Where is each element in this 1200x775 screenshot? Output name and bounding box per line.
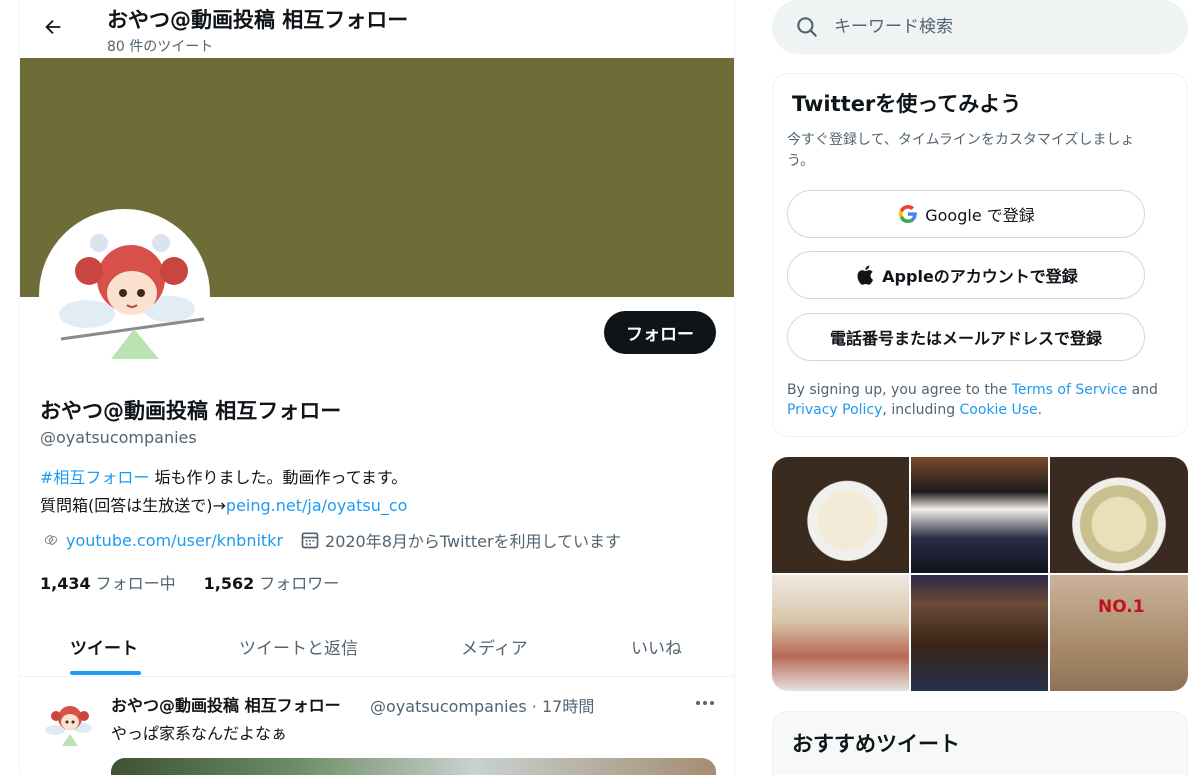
profile-column: おやつ@動画投稿 相互フォロー 80 件のツイート フォロー おやつ@動画投稿 …: [19, 0, 735, 775]
more-options-button[interactable]: [690, 688, 720, 718]
google-signup-label: Google で登録: [925, 206, 1035, 225]
bio-text: 垢も作りました。動画作ってます。: [149, 468, 408, 487]
profile-tabs: ツイート ツイートと返信 メディア いいね: [20, 615, 734, 677]
phone-email-signup-button[interactable]: 電話番号またはメールアドレスで登録: [787, 313, 1145, 361]
media-photo[interactable]: [1050, 457, 1188, 573]
tweet-author-name[interactable]: おやつ@動画投稿 相互フォロー: [111, 692, 341, 716]
followers-label: フォロワー: [259, 574, 340, 593]
back-button[interactable]: [36, 10, 70, 44]
profile-header-bar: おやつ@動画投稿 相互フォロー 80 件のツイート: [20, 0, 734, 58]
media-photo[interactable]: [911, 457, 1048, 573]
followers-link[interactable]: 1,562 フォロワー: [204, 570, 340, 594]
follow-button[interactable]: フォロー: [604, 311, 716, 354]
box-label: NO.1: [1098, 597, 1145, 617]
profile-name: おやつ@動画投稿 相互フォロー: [40, 399, 342, 423]
tweet-image[interactable]: [111, 758, 716, 775]
joined-date: 2020年8月からTwitterを利用しています: [325, 532, 622, 551]
search-icon: [797, 17, 817, 37]
profile-bio: #相互フォロー 垢も作りました。動画作ってます。 質問箱(回答は生放送で)→pe…: [40, 464, 407, 520]
privacy-policy-link[interactable]: Privacy Policy: [787, 402, 882, 418]
media-photo[interactable]: [772, 575, 909, 691]
following-count: 1,434: [40, 574, 91, 593]
google-signup-button[interactable]: Google で登録: [787, 190, 1145, 238]
terms-text: .: [1037, 402, 1043, 418]
calendar-icon: [299, 529, 321, 551]
terms-of-service-link[interactable]: Terms of Service: [1012, 382, 1127, 398]
tweet-count: 80 件のツイート: [107, 39, 214, 55]
apple-signup-button[interactable]: Appleのアカウントで登録: [787, 251, 1145, 299]
bio-text: 質問箱(回答は生放送で)→: [40, 496, 226, 515]
signup-title: Twitterを使ってみよう: [792, 92, 1022, 116]
hashtag-link[interactable]: #相互フォロー: [40, 468, 149, 487]
tab-media[interactable]: メディア: [461, 615, 528, 677]
apple-icon: [854, 264, 876, 286]
active-tab-indicator: [70, 671, 141, 675]
cookie-use-link[interactable]: Cookie Use: [960, 402, 1038, 418]
tweet-avatar[interactable]: [40, 694, 96, 750]
tab-tweets[interactable]: ツイート: [70, 615, 138, 677]
media-photo[interactable]: [772, 457, 909, 573]
media-photo[interactable]: NO.1: [1050, 575, 1188, 691]
terms-text: By signing up, you agree to the: [787, 382, 1012, 398]
terms-text: , including: [882, 402, 960, 418]
bio-link[interactable]: peing.net/ja/oyatsu_co: [226, 496, 408, 515]
website-link[interactable]: youtube.com/user/knbnitkr: [66, 531, 283, 550]
fairy-avatar-icon: [59, 234, 205, 359]
more-icon: [696, 701, 714, 705]
following-link[interactable]: 1,434 フォロー中: [40, 570, 176, 594]
apple-signup-label: Appleのアカウントで登録: [882, 267, 1078, 286]
profile-handle: @oyatsucompanies: [40, 428, 197, 447]
profile-meta: youtube.com/user/knbnitkr 2020年8月からTwitt…: [40, 528, 621, 552]
page-title: おやつ@動画投稿 相互フォロー: [107, 8, 409, 32]
media-photo-grid: NO.1: [772, 457, 1188, 691]
signup-subtitle: 今すぐ登録して、タイムラインをカスタマイズしましょう。: [787, 132, 1135, 169]
search-box: [772, 0, 1188, 54]
recommended-title: おすすめツイート: [792, 732, 960, 756]
signup-terms: By signing up, you agree to the Terms of…: [787, 380, 1167, 420]
following-label: フォロー中: [95, 574, 176, 593]
media-photo[interactable]: [911, 575, 1048, 691]
follow-counts: 1,434 フォロー中 1,562 フォロワー: [40, 570, 339, 594]
search-input[interactable]: [834, 0, 1164, 54]
profile-avatar[interactable]: [39, 209, 210, 380]
tweet-text: やっぱ家系なんだよなぁ: [111, 724, 288, 743]
arrow-left-icon: [45, 19, 61, 35]
tab-tweets-and-replies[interactable]: ツイートと返信: [239, 615, 358, 677]
recommended-tweets-card: おすすめツイート: [772, 711, 1188, 775]
tweet-handle-time[interactable]: @oyatsucompanies · 17時間: [370, 693, 594, 717]
google-icon: [897, 203, 919, 225]
tweet-item[interactable]: おやつ@動画投稿 相互フォロー @oyatsucompanies · 17時間 …: [20, 678, 734, 775]
terms-text: and: [1127, 382, 1158, 398]
followers-count: 1,562: [203, 574, 255, 593]
link-icon: [40, 529, 62, 551]
tab-likes[interactable]: いいね: [631, 615, 682, 677]
fairy-avatar-icon: [45, 706, 92, 746]
signup-card: Twitterを使ってみよう 今すぐ登録して、タイムラインをカスタマイズしましょ…: [772, 73, 1188, 437]
